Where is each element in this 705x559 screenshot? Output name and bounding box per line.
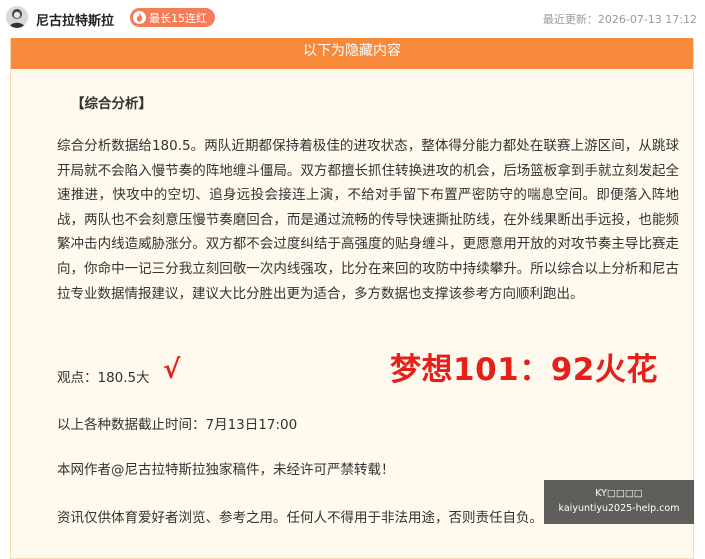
streak-badge-label: 最长15连红 <box>149 11 207 25</box>
checkmark-icon: √ <box>163 355 181 385</box>
score-watermark: 梦想101：92火花 <box>390 352 658 388</box>
viewpoint-line: 观点：180.5大 √ <box>57 357 180 391</box>
avatar-portrait-icon <box>6 6 28 28</box>
ad-title: KY□□□□ <box>595 488 643 499</box>
hidden-content-banner: 以下为隐藏内容 <box>11 38 693 69</box>
section-title: 【综合分析】 <box>71 96 152 112</box>
viewpoint-text: 观点：180.5大 <box>57 370 150 386</box>
disclaimer-text: 资讯仅供体育爱好者浏览、参考之用。任何人不得用于非法用途，否则责任自负。 <box>57 510 543 526</box>
flame-icon <box>133 11 146 24</box>
last-updated: 最近更新：2026-07-13 17:12 <box>542 13 697 26</box>
author-name[interactable]: 尼古拉特斯拉 <box>36 10 114 29</box>
analysis-paragraph: 综合分析数据给180.5。两队近期都保持着极佳的进攻状态，整体得分能力都处在联赛… <box>57 138 679 302</box>
streak-badge: 最长15连红 <box>130 8 215 27</box>
ad-overlay[interactable]: KY□□□□ kaiyuntiyu2025-help.com <box>544 480 694 524</box>
ad-url[interactable]: kaiyuntiyu2025-help.com <box>544 501 694 516</box>
top-bar: 尼古拉特斯拉 最长15连红 最近更新：2026-07-13 17:12 <box>0 0 705 38</box>
copyright-notice: 本网作者@尼古拉特斯拉独家稿件，未经许可严禁转载！ <box>57 462 395 478</box>
data-deadline: 以上各种数据截止时间：7月13日17:00 <box>57 417 298 433</box>
author-avatar[interactable] <box>6 6 28 28</box>
